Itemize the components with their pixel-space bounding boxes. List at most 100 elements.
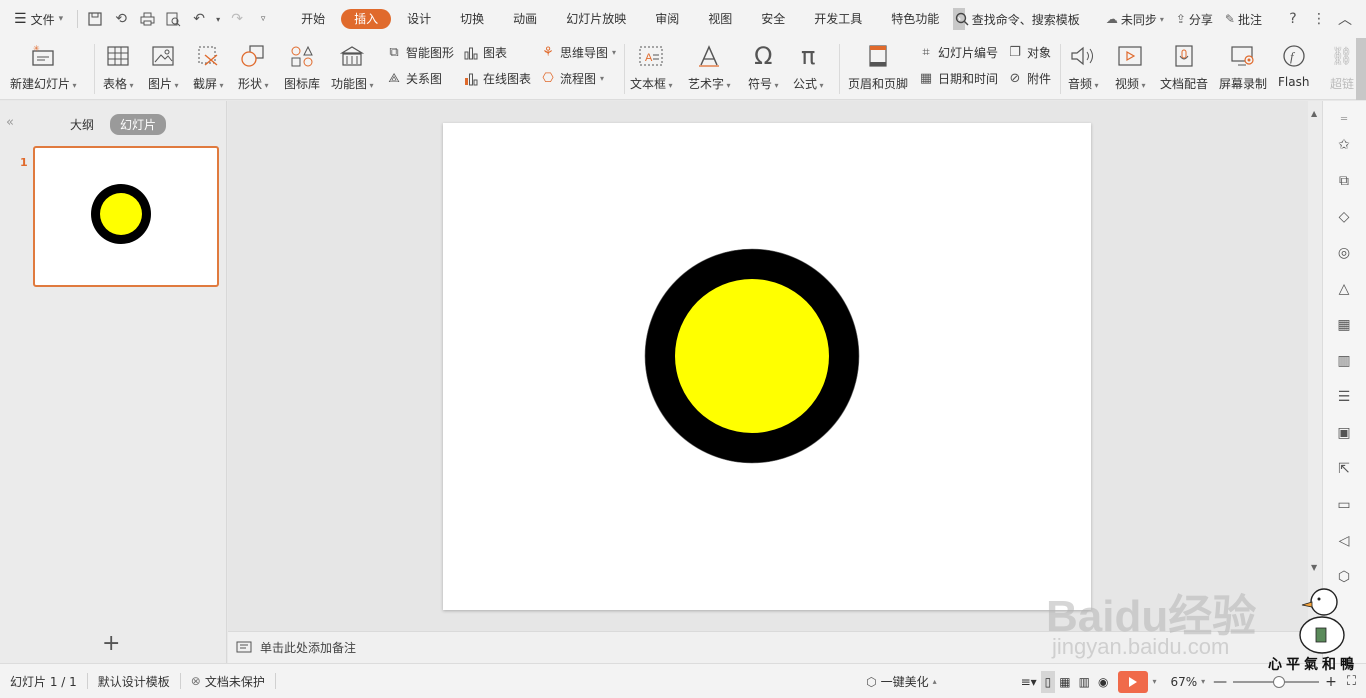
adjust-icon[interactable]: ☰ [1334,387,1354,407]
presenter-view-icon[interactable]: ◉ [1094,675,1112,689]
help-icon[interactable]: ? [1280,11,1306,27]
normal-view-icon[interactable]: ▯ [1040,670,1056,693]
location-icon[interactable]: ◎ [1334,243,1354,263]
zoom-slider[interactable] [1233,675,1320,688]
date-time-button[interactable]: ▦ 日期和时间 [918,70,998,87]
slide-number-button[interactable]: ⌗ 幻灯片编号 [918,44,998,61]
collapse-ribbon-icon[interactable]: ︿ [1332,9,1358,29]
tab-8[interactable]: 安全 [748,9,798,29]
online-chart-button[interactable]: 在线图表 [463,70,531,87]
tab-3[interactable]: 切换 [447,9,497,29]
grid-icon[interactable]: ▦ [1334,315,1354,335]
art-text-button[interactable]: 艺术字 ▾ [688,38,731,92]
audio-button[interactable]: 音频 ▾ [1068,38,1099,92]
add-slide-button[interactable]: + [102,631,120,656]
shapes-icon[interactable]: ◇ [1334,207,1354,227]
screenshot-button[interactable]: 截屏 ▾ [193,38,224,92]
attachment-button[interactable]: ⊘ 附件 [1007,70,1051,87]
chart-icon[interactable]: ▥ [1334,351,1354,371]
hyperlink-button[interactable]: ⛓ 超链 [1328,38,1356,92]
scroll-up-icon[interactable]: ▲ [1311,109,1317,118]
video-button[interactable]: 视频 ▾ [1115,38,1146,92]
zoom-slider-knob[interactable] [1273,675,1286,688]
tab-1[interactable]: 插入 [341,9,392,29]
inner-yellow-circle[interactable] [675,279,829,433]
ribbon-scrollbar[interactable] [1356,38,1366,100]
textbox-button[interactable]: A 文本框 ▾ [630,38,673,92]
tab-7[interactable]: 视图 [695,9,745,29]
share-button[interactable]: ⇪ 分享 [1170,11,1219,28]
sync-status-button[interactable]: ☁ 未同步 ▾ [1100,11,1170,28]
slideshow-play-button[interactable] [1118,670,1149,693]
doc-dubbing-button[interactable]: 文档配音 [1160,38,1208,92]
more-options-icon[interactable]: ⋮ [1306,11,1332,27]
shield-icon[interactable]: ⬡ [1334,567,1354,587]
print-icon[interactable] [136,8,158,30]
pin-icon[interactable]: ✩ [1334,135,1354,155]
picture-button[interactable]: 图片 ▾ [148,38,179,92]
table-button[interactable]: 表格 ▾ [103,38,134,92]
vertical-scrollbar[interactable]: ▲ ▼ [1308,101,1322,663]
relation-chart-button[interactable]: ⟁ 关系图 [386,70,442,87]
document-protection-button[interactable]: ⊗ 文档未保护 [181,673,275,690]
chart-button[interactable]: 图表 [463,44,507,61]
tab-5[interactable]: 幻灯片放映 [553,9,639,29]
tab-slides[interactable]: 幻灯片 [110,114,167,135]
customize-qa-icon[interactable]: ▿ [252,8,274,30]
mind-map-icon: ⚘ [542,45,554,60]
undo-icon[interactable]: ↶ [188,8,210,30]
format-icon[interactable]: ⧉ [1334,171,1354,191]
tab-outline[interactable]: 大纲 [60,114,104,135]
share-out-icon[interactable]: ⇱ [1334,459,1354,479]
slide-thumbnail[interactable] [33,146,219,287]
slide-sorter-icon[interactable]: ▦ [1055,675,1074,689]
animation-icon[interactable]: △ [1334,279,1354,299]
comment-button[interactable]: ✎ 批注 [1219,11,1268,28]
reading-view-icon[interactable]: ▥ [1075,675,1094,689]
tab-6[interactable]: 审阅 [642,9,692,29]
new-slide-button[interactable]: ✳ 新建幻灯片 ▾ [10,38,77,92]
zoom-out-icon[interactable]: — [1213,674,1227,690]
tab-4[interactable]: 动画 [500,9,550,29]
cube-icon: ⬡ [866,674,877,689]
image-icon[interactable]: ▣ [1334,423,1354,443]
notes-toggle-icon[interactable]: ≡▾ [1017,675,1041,689]
slide-canvas[interactable] [443,123,1091,610]
tab-9[interactable]: 开发工具 [801,9,875,29]
shape-button[interactable]: 形状 ▾ [238,38,269,92]
zoom-level[interactable]: 67% ▾ [1166,675,1209,689]
zoom-in-icon[interactable]: + [1325,674,1337,690]
flash-icon: f [1280,42,1308,70]
screen-record-button[interactable]: 屏幕录制 [1219,38,1267,92]
box-icon[interactable]: ▭ [1334,495,1354,515]
formula-button[interactable]: π 公式 ▾ [793,38,824,92]
object-button[interactable]: ❐ 对象 [1007,44,1051,61]
search-command[interactable]: 查找命令、搜索模板 [949,11,1086,28]
design-template-button[interactable]: 默认设计模板 [88,673,180,690]
file-menu[interactable]: ☰ 文件 ▾ [0,0,71,38]
symbol-button[interactable]: Ω 符号 ▾ [748,38,779,92]
print-preview-icon[interactable] [162,8,184,30]
chevron-down-icon[interactable]: ▾ [214,8,222,30]
fit-window-icon[interactable]: ⛶ [1347,674,1356,689]
smart-graphic-button[interactable]: ⧉ 智能图形 [386,44,454,61]
volume-icon[interactable]: ◁ [1334,531,1354,551]
tab-2[interactable]: 设计 [394,9,444,29]
function-chart-button[interactable]: 功能图 ▾ [331,38,374,92]
flash-button[interactable]: f Flash [1278,38,1309,89]
beautify-button[interactable]: ⬡ 一键美化 ▴ [856,673,947,690]
chevron-down-icon[interactable]: ▾ [1152,677,1156,686]
notes-pane[interactable]: 单击此处添加备注 [228,631,1308,663]
mind-map-button[interactable]: ⚘ 思维导图 ▾ [540,44,616,61]
icon-library-button[interactable]: 图标库 [284,38,320,92]
tab-0[interactable]: 开始 [288,9,338,29]
scroll-down-icon[interactable]: ▼ [1311,563,1317,572]
drag-handle-icon[interactable]: ═ [1334,109,1354,129]
save-icon[interactable] [84,8,106,30]
tab-10[interactable]: 特色功能 [878,9,952,29]
format-painter-icon[interactable]: ⟲ [110,8,132,30]
redo-icon[interactable]: ↷ [226,8,248,30]
header-footer-button[interactable]: 页眉和页脚 [848,38,908,92]
collapse-panel-icon[interactable]: « [6,115,14,130]
flowchart-button[interactable]: ⎔ 流程图 ▾ [540,70,604,87]
